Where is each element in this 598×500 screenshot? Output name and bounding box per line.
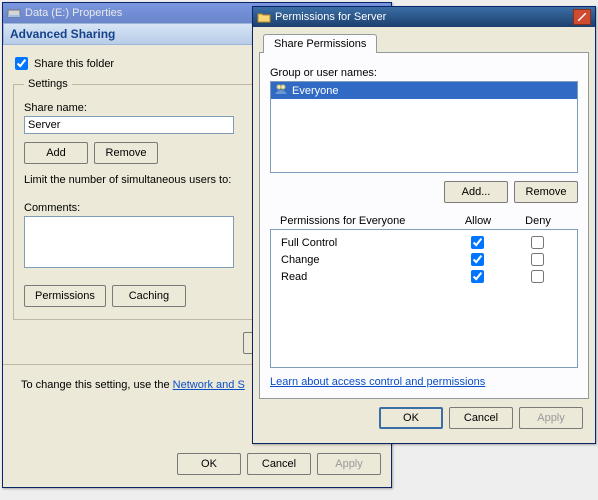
share-this-folder-checkbox[interactable] — [15, 57, 28, 70]
group-user-names-label: Group or user names: — [270, 67, 578, 79]
permissions-button[interactable]: Permissions — [24, 285, 106, 307]
allow-column-header: Allow — [448, 215, 508, 227]
drive-icon — [7, 6, 21, 20]
permissions-window: Permissions for Server Share Permissions… — [252, 6, 596, 444]
deny-read-checkbox[interactable] — [531, 270, 544, 283]
allow-change-checkbox[interactable] — [471, 253, 484, 266]
comments-textarea[interactable] — [24, 216, 234, 268]
perm-row-read: Read — [271, 268, 577, 285]
add-principal-button[interactable]: Add... — [444, 181, 508, 203]
footnote-text: To change this setting, use the — [21, 379, 173, 391]
principals-listbox[interactable]: Everyone — [270, 81, 578, 173]
remove-share-button[interactable]: Remove — [94, 142, 158, 164]
properties-title: Data (E:) Properties — [25, 7, 122, 19]
share-this-folder-label: Share this folder — [34, 58, 114, 70]
deny-change-checkbox[interactable] — [531, 253, 544, 266]
permissions-tabstrip: Share Permissions — [259, 33, 589, 53]
folder-icon — [257, 10, 271, 24]
properties-ok-button[interactable]: OK — [177, 453, 241, 475]
permissions-title: Permissions for Server — [275, 11, 386, 23]
learn-permissions-link[interactable]: Learn about access control and permissio… — [270, 376, 485, 388]
permissions-cancel-button[interactable]: Cancel — [449, 407, 513, 429]
group-icon — [274, 83, 288, 98]
principal-everyone[interactable]: Everyone — [271, 82, 577, 99]
settings-legend: Settings — [24, 78, 72, 90]
properties-cancel-button[interactable]: Cancel — [247, 453, 311, 475]
network-sharing-link[interactable]: Network and S — [173, 379, 245, 391]
close-icon[interactable] — [573, 9, 591, 25]
allow-read-checkbox[interactable] — [471, 270, 484, 283]
perm-row-full-control: Full Control — [271, 234, 577, 251]
deny-full-control-checkbox[interactable] — [531, 236, 544, 249]
tab-share-permissions[interactable]: Share Permissions — [263, 34, 377, 53]
perm-name: Change — [281, 254, 447, 266]
perm-name: Read — [281, 271, 447, 283]
share-name-input[interactable] — [24, 116, 234, 134]
principal-name: Everyone — [292, 85, 338, 97]
properties-apply-button[interactable]: Apply — [317, 453, 381, 475]
perm-row-change: Change — [271, 251, 577, 268]
add-share-button[interactable]: Add — [24, 142, 88, 164]
allow-full-control-checkbox[interactable] — [471, 236, 484, 249]
deny-column-header: Deny — [508, 215, 568, 227]
remove-principal-button[interactable]: Remove — [514, 181, 578, 203]
permissions-titlebar[interactable]: Permissions for Server — [253, 7, 595, 27]
permissions-ok-button[interactable]: OK — [379, 407, 443, 429]
caching-button[interactable]: Caching — [112, 285, 186, 307]
perm-name: Full Control — [281, 237, 447, 249]
permissions-table: Full Control Change Read — [270, 229, 578, 368]
permissions-for-label: Permissions for Everyone — [280, 215, 448, 227]
permissions-apply-button[interactable]: Apply — [519, 407, 583, 429]
